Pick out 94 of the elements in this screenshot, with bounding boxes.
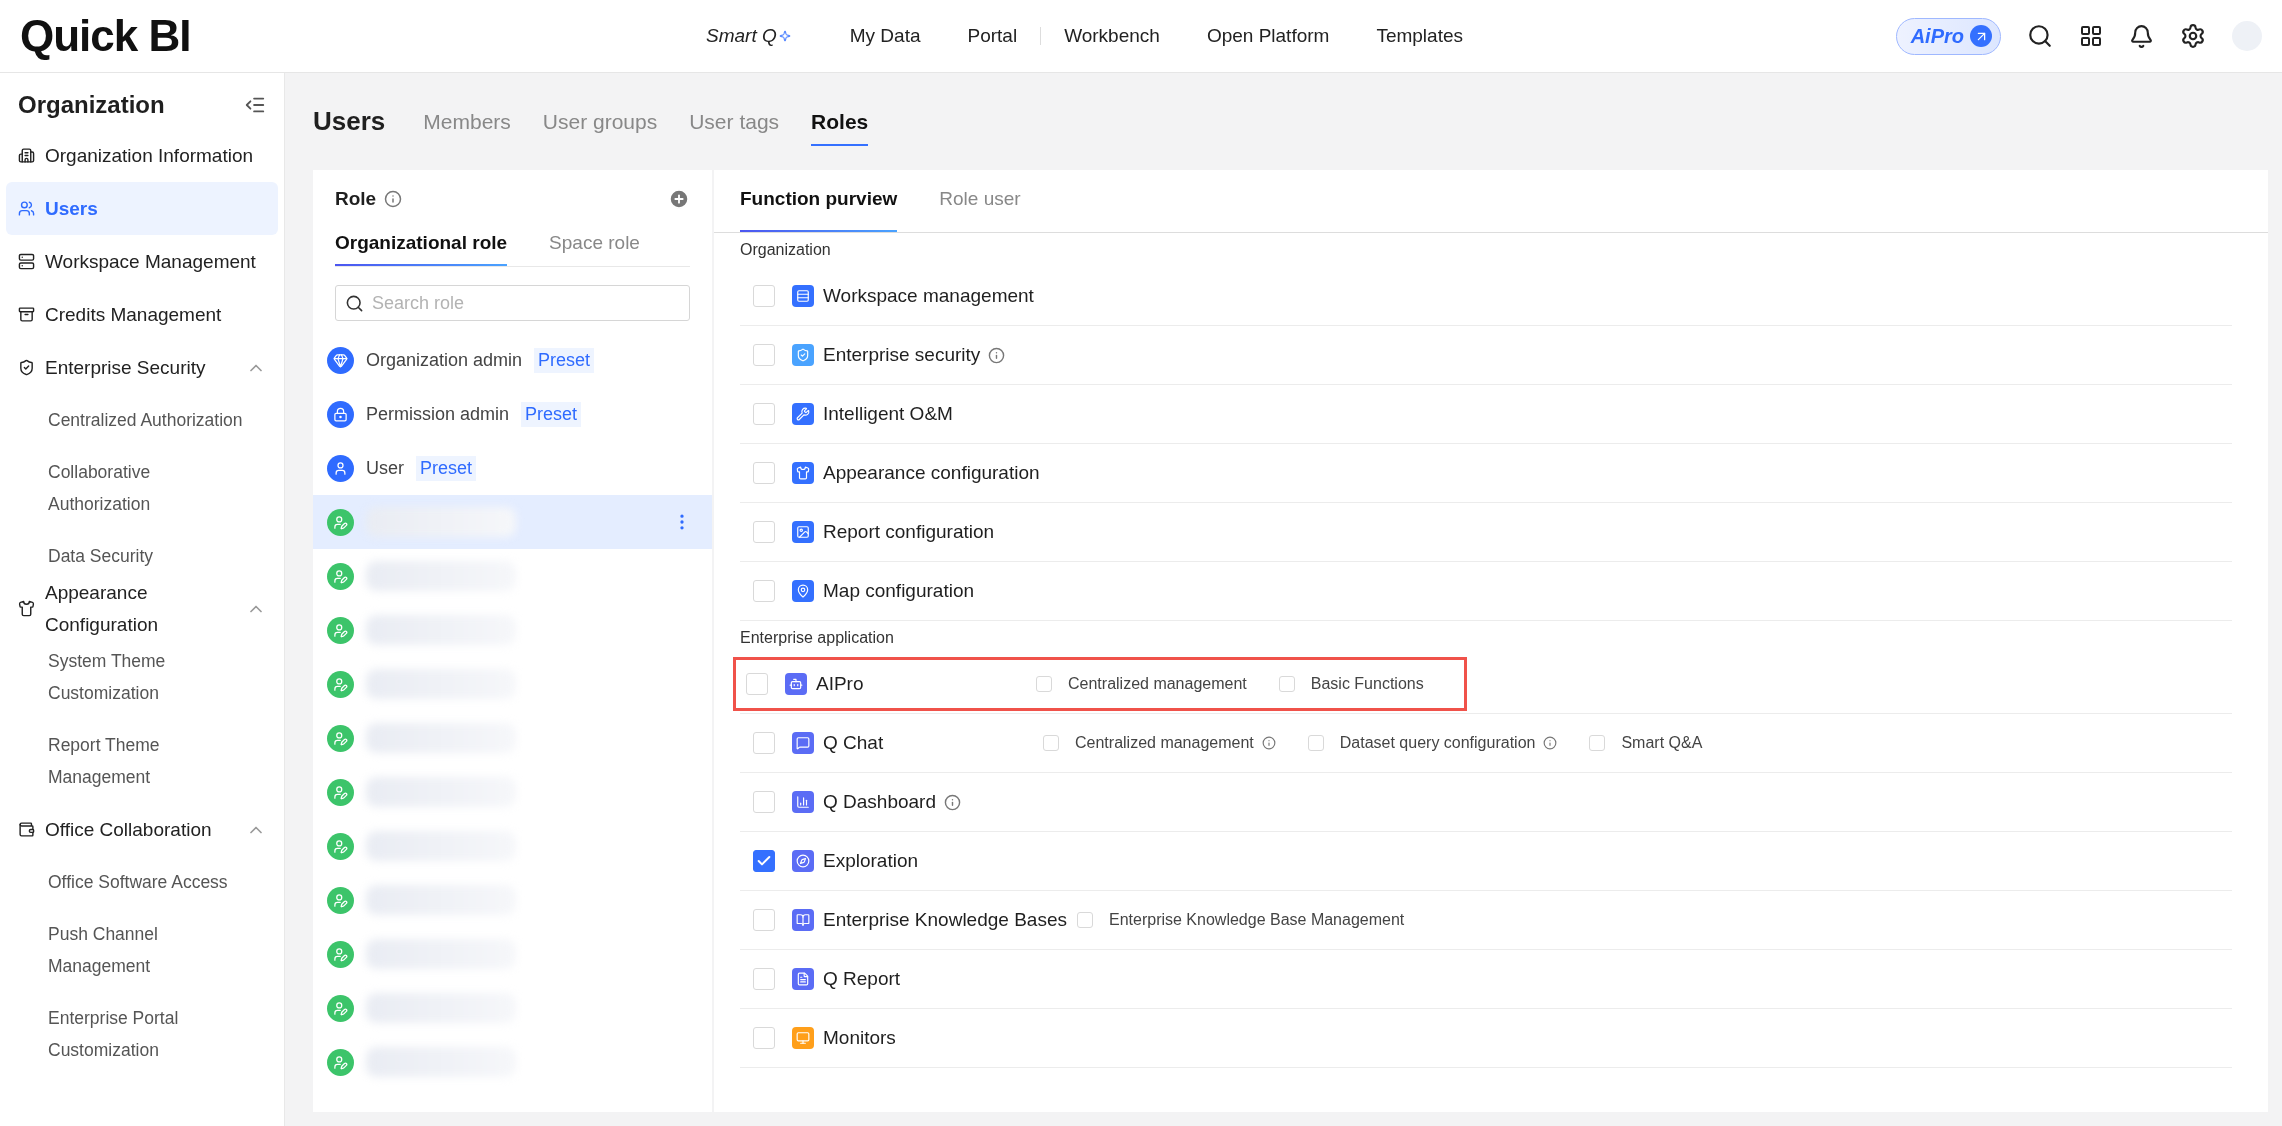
option-label: Dataset query configuration xyxy=(1339,734,1536,752)
permission-label: AIPro xyxy=(816,673,864,695)
info-icon[interactable] xyxy=(988,346,1006,364)
sidebar-item[interactable]: Enterprise Security xyxy=(6,341,278,394)
role-tab[interactable]: Organizational role xyxy=(335,224,508,266)
panel-title: Role xyxy=(335,188,377,210)
menu-icon xyxy=(18,600,35,617)
checkbox[interactable] xyxy=(753,850,775,872)
role-item[interactable] xyxy=(313,495,712,549)
nav-link[interactable]: Workbench xyxy=(1041,27,1184,45)
role-icon xyxy=(327,346,354,374)
nav-link[interactable]: Templates xyxy=(1353,27,1487,45)
user-edit-icon xyxy=(327,508,354,536)
option-label: Smart Q&A xyxy=(1621,734,1703,752)
search-field[interactable]: Search role xyxy=(335,285,690,321)
settings-icon[interactable] xyxy=(2180,23,2206,49)
user-edit-icon xyxy=(327,778,354,806)
user-edit-icon xyxy=(327,562,354,590)
menu-icon xyxy=(18,306,35,323)
sidebar-subitem[interactable]: Office Software Access xyxy=(6,856,260,908)
option-label: Centralized management xyxy=(1068,675,1247,693)
role-icon xyxy=(327,454,354,482)
ai-pro-button[interactable]: AiPro xyxy=(1895,17,2001,55)
sidebar-subitem[interactable]: Centralized Authorization xyxy=(6,394,260,446)
sidebar-subitem[interactable]: Report Theme Management xyxy=(6,719,260,803)
user-edit-icon xyxy=(327,1048,354,1076)
permission-label: Q Chat xyxy=(823,732,884,754)
user-edit-icon xyxy=(327,616,354,644)
role-name[interactable]: Permission admin xyxy=(366,403,510,425)
add-icon[interactable] xyxy=(668,188,690,210)
sidebar-item[interactable]: Appearance Configuration xyxy=(6,582,278,635)
sidebar-subitem[interactable]: Enterprise Portal Customization xyxy=(6,992,260,1076)
role-name[interactable]: User xyxy=(366,457,404,479)
sidebar-subitem[interactable]: System Theme Customization xyxy=(6,635,260,719)
page-tab[interactable]: Roles xyxy=(811,99,869,146)
section-heading: Enterprise application xyxy=(740,628,895,648)
notification-icon[interactable] xyxy=(2129,23,2154,49)
permission-label: Map configuration xyxy=(823,580,975,602)
user-edit-icon xyxy=(327,994,354,1022)
permission-label: Monitors xyxy=(823,1027,896,1049)
page-title: Users xyxy=(313,106,386,137)
preset-tag: Preset xyxy=(416,455,477,481)
sidebar-item[interactable]: Users xyxy=(6,182,278,235)
sidebar-item[interactable]: Organization Information xyxy=(6,129,278,182)
option-label: Basic Functions xyxy=(1310,675,1424,693)
permission-label: Q Report xyxy=(823,968,901,990)
option-label: Enterprise Knowledge Base Management xyxy=(1109,911,1405,929)
sidebar-title: Organization xyxy=(18,91,165,119)
nav-link[interactable]: My Data xyxy=(826,27,945,45)
role-tab[interactable]: Space role xyxy=(549,224,640,266)
preset-tag: Preset xyxy=(521,401,582,427)
permission-label: Workspace management xyxy=(823,285,1034,307)
permission-label: Appearance configuration xyxy=(823,462,1040,484)
info-icon[interactable] xyxy=(384,190,403,208)
info-icon[interactable] xyxy=(1543,736,1558,750)
menu-icon xyxy=(18,147,35,164)
info-icon[interactable] xyxy=(944,793,961,811)
permission-label: Report configuration xyxy=(823,521,995,543)
section-heading: Organization xyxy=(740,240,832,260)
preset-tag: Preset xyxy=(534,347,595,373)
role-name[interactable]: Organization admin xyxy=(366,349,523,371)
sidebar-item[interactable]: Credits Management xyxy=(6,288,278,341)
sidebar-subitem[interactable]: Push Channel Management xyxy=(6,908,260,992)
sidebar-item[interactable]: Office Collaboration xyxy=(6,803,278,856)
role-icon xyxy=(327,400,354,428)
permission-tab[interactable]: Role user xyxy=(939,170,1021,232)
nav-link[interactable]: Portal xyxy=(944,27,1042,45)
user-edit-icon xyxy=(327,940,354,968)
search-icon xyxy=(345,294,364,313)
smart-q-link[interactable]: Smart Q xyxy=(706,25,791,47)
sidebar-subitem[interactable]: Data Security xyxy=(6,530,260,582)
menu-icon xyxy=(18,253,35,270)
info-icon[interactable] xyxy=(1261,736,1276,750)
search-icon[interactable] xyxy=(2027,23,2053,49)
user-edit-icon xyxy=(327,886,354,914)
permission-label: Q Dashboard xyxy=(823,791,936,813)
option-label: Centralized management xyxy=(1075,734,1254,752)
user-edit-icon xyxy=(327,670,354,698)
nav-link[interactable]: Open Platform xyxy=(1183,27,1354,45)
user-edit-icon xyxy=(327,832,354,860)
menu-icon xyxy=(18,359,35,376)
permission-label: Enterprise Knowledge Bases xyxy=(823,909,1067,931)
permission-tab[interactable]: Function purview xyxy=(740,170,898,232)
permission-label: Exploration xyxy=(823,850,919,872)
menu-icon xyxy=(18,821,35,838)
user-edit-icon xyxy=(327,724,354,752)
menu-icon xyxy=(18,200,35,217)
sidebar-subitem[interactable]: Collaborative Authorization xyxy=(6,446,260,530)
permission-label: Enterprise security xyxy=(823,344,981,366)
logo[interactable]: Quick BI xyxy=(20,11,620,61)
grid-icon[interactable] xyxy=(2079,24,2103,48)
sparkle-icon xyxy=(778,30,791,42)
sidebar-item[interactable]: Workspace Management xyxy=(6,235,278,288)
permission-label: Intelligent O&M xyxy=(823,403,953,425)
